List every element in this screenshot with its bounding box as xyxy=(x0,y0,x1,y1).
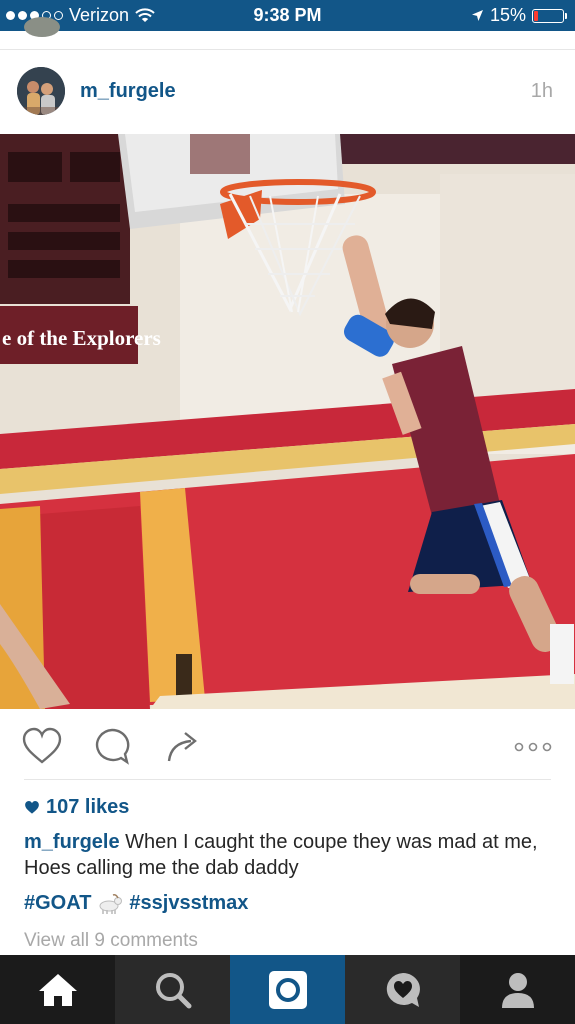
tab-activity[interactable] xyxy=(345,955,460,1024)
tab-search[interactable] xyxy=(115,955,230,1024)
more-dots-icon[interactable] xyxy=(514,739,552,757)
previous-avatar xyxy=(24,17,60,37)
hashtags: #GOAT #ssjvsstmax xyxy=(24,892,248,915)
camera-icon xyxy=(268,970,308,1010)
home-icon xyxy=(37,972,79,1008)
small-heart-icon xyxy=(24,800,40,815)
post-header: m_furgele 1h xyxy=(0,50,575,134)
caption-username[interactable]: m_furgele xyxy=(24,831,120,853)
search-icon xyxy=(154,971,192,1009)
activity-icon xyxy=(383,970,423,1010)
avatar[interactable] xyxy=(17,67,65,115)
post-photo[interactable]: e of the Explorers xyxy=(0,134,575,709)
post-timestamp: 1h xyxy=(530,80,553,102)
tab-profile[interactable] xyxy=(460,955,575,1024)
tab-bar xyxy=(0,955,575,1024)
view-all-comments-link[interactable]: View all 9 comments xyxy=(24,930,198,952)
post-actions xyxy=(0,709,575,779)
tab-camera[interactable] xyxy=(230,955,345,1024)
post-username[interactable]: m_furgele xyxy=(80,80,176,103)
heart-icon[interactable] xyxy=(21,727,63,770)
likes-count[interactable]: 107 likes xyxy=(24,796,129,819)
battery-percent: 15% xyxy=(489,5,526,25)
tab-home[interactable] xyxy=(0,955,115,1024)
gym-sign-text: e of the Explorers xyxy=(2,326,161,350)
status-bar: Verizon 9:38 PM 15% xyxy=(0,0,575,31)
comment-icon[interactable] xyxy=(93,727,131,770)
battery-icon xyxy=(532,8,564,23)
profile-icon xyxy=(500,971,536,1009)
share-arrow-icon[interactable] xyxy=(165,727,203,770)
battery-info: 15% xyxy=(471,5,567,26)
goat-emoji-icon xyxy=(97,893,123,915)
hashtag-link[interactable]: #GOAT xyxy=(24,892,91,915)
hashtag-link[interactable]: #ssjvsstmax xyxy=(129,892,248,915)
divider xyxy=(24,779,551,780)
location-arrow-icon xyxy=(471,9,484,22)
post-caption: m_furgele When I caught the coupe they w… xyxy=(24,829,554,881)
previous-post-edge xyxy=(0,17,575,50)
likes-label: 107 likes xyxy=(46,796,130,818)
